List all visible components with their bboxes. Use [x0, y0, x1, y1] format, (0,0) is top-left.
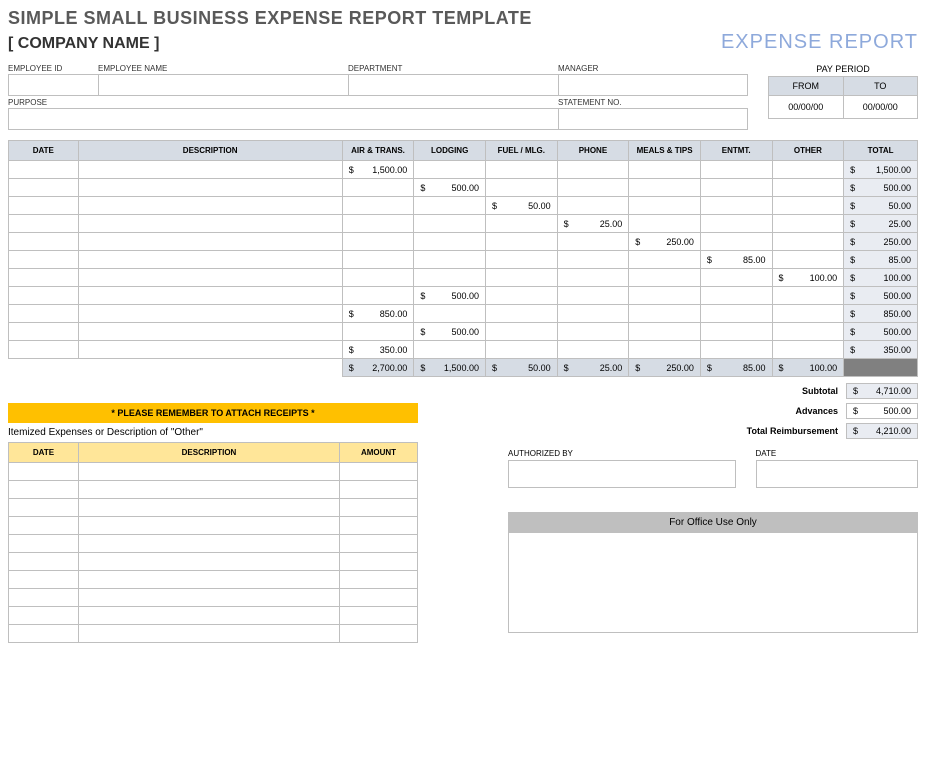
item-col-header: DATE [9, 443, 79, 463]
pay-to-header: TO [844, 76, 919, 96]
statement-no-label: STATEMENT NO. [558, 96, 748, 108]
office-use-banner: For Office Use Only [508, 512, 918, 533]
itemized-table: DATEDESCRIPTIONAMOUNT [8, 442, 418, 643]
col-header: FUEL / MLG. [485, 141, 557, 161]
office-use-box[interactable] [508, 533, 918, 633]
col-header: MEALS & TIPS [629, 141, 701, 161]
header-row: [ COMPANY NAME ] EXPENSE REPORT [8, 31, 918, 54]
authorized-by-label: AUTHORIZED BY [508, 449, 736, 460]
bottom-section: * PLEASE REMEMBER TO ATTACH RECEIPTS * I… [8, 393, 918, 643]
item-row[interactable] [9, 517, 418, 535]
table-row[interactable]: $25.00$25.00 [9, 215, 918, 233]
item-row[interactable] [9, 625, 418, 643]
auth-date-label: DATE [756, 449, 919, 460]
employee-name-field[interactable] [98, 74, 348, 96]
table-row[interactable]: $850.00$850.00 [9, 305, 918, 323]
company-name: [ COMPANY NAME ] [8, 35, 159, 53]
manager-field[interactable] [558, 74, 748, 96]
department-field[interactable] [348, 74, 558, 96]
table-row[interactable]: $500.00$500.00 [9, 179, 918, 197]
col-header: OTHER [772, 141, 844, 161]
pay-from-value[interactable]: 00/00/00 [768, 96, 844, 119]
item-col-header: AMOUNT [340, 443, 418, 463]
employee-id-field[interactable] [8, 74, 98, 96]
item-row[interactable] [9, 481, 418, 499]
col-header: PHONE [557, 141, 629, 161]
purpose-label: PURPOSE [8, 96, 558, 108]
receipt-reminder-banner: * PLEASE REMEMBER TO ATTACH RECEIPTS * [8, 403, 418, 423]
table-row[interactable]: $250.00$250.00 [9, 233, 918, 251]
table-row[interactable]: $100.00$100.00 [9, 269, 918, 287]
item-row[interactable] [9, 553, 418, 571]
sum-row: $2,700.00$1,500.00$50.00$25.00$250.00$85… [9, 359, 918, 377]
purpose-field[interactable] [8, 108, 558, 130]
table-row[interactable]: $1,500.00$1,500.00 [9, 161, 918, 179]
col-header: DATE [9, 141, 79, 161]
employee-name-label: EMPLOYEE NAME [98, 62, 348, 74]
pay-from-header: FROM [768, 76, 844, 96]
item-col-header: DESCRIPTION [79, 443, 340, 463]
expense-table: DATEDESCRIPTIONAIR & TRANS.LODGINGFUEL /… [8, 140, 918, 377]
item-row[interactable] [9, 499, 418, 517]
item-row[interactable] [9, 607, 418, 625]
col-header: AIR & TRANS. [342, 141, 414, 161]
table-row[interactable]: $500.00$500.00 [9, 323, 918, 341]
pay-period-block: PAY PERIOD FROM TO 00/00/00 00/00/00 [768, 62, 918, 130]
expense-report-label: EXPENSE REPORT [721, 31, 918, 54]
item-row[interactable] [9, 535, 418, 553]
item-row[interactable] [9, 589, 418, 607]
department-label: DEPARTMENT [348, 62, 558, 74]
employee-id-label: EMPLOYEE ID [8, 62, 98, 74]
pay-period-title: PAY PERIOD [768, 62, 918, 76]
page-title: SIMPLE SMALL BUSINESS EXPENSE REPORT TEM… [8, 8, 918, 29]
table-row[interactable]: $85.00$85.00 [9, 251, 918, 269]
table-row[interactable]: $500.00$500.00 [9, 287, 918, 305]
item-row[interactable] [9, 463, 418, 481]
auth-date-field[interactable] [756, 460, 919, 488]
pay-to-value[interactable]: 00/00/00 [844, 96, 919, 119]
table-row[interactable]: $50.00$50.00 [9, 197, 918, 215]
col-header: DESCRIPTION [78, 141, 342, 161]
statement-no-field[interactable] [558, 108, 748, 130]
item-row[interactable] [9, 571, 418, 589]
info-section: EMPLOYEE ID EMPLOYEE NAME DEPARTMENT MAN… [8, 62, 918, 130]
col-header: LODGING [414, 141, 486, 161]
col-header: ENTMT. [700, 141, 772, 161]
col-header: TOTAL [844, 141, 918, 161]
itemized-label: Itemized Expenses or Description of "Oth… [8, 423, 418, 442]
manager-label: MANAGER [558, 62, 748, 74]
table-row[interactable]: $350.00$350.00 [9, 341, 918, 359]
authorized-by-field[interactable] [508, 460, 736, 488]
